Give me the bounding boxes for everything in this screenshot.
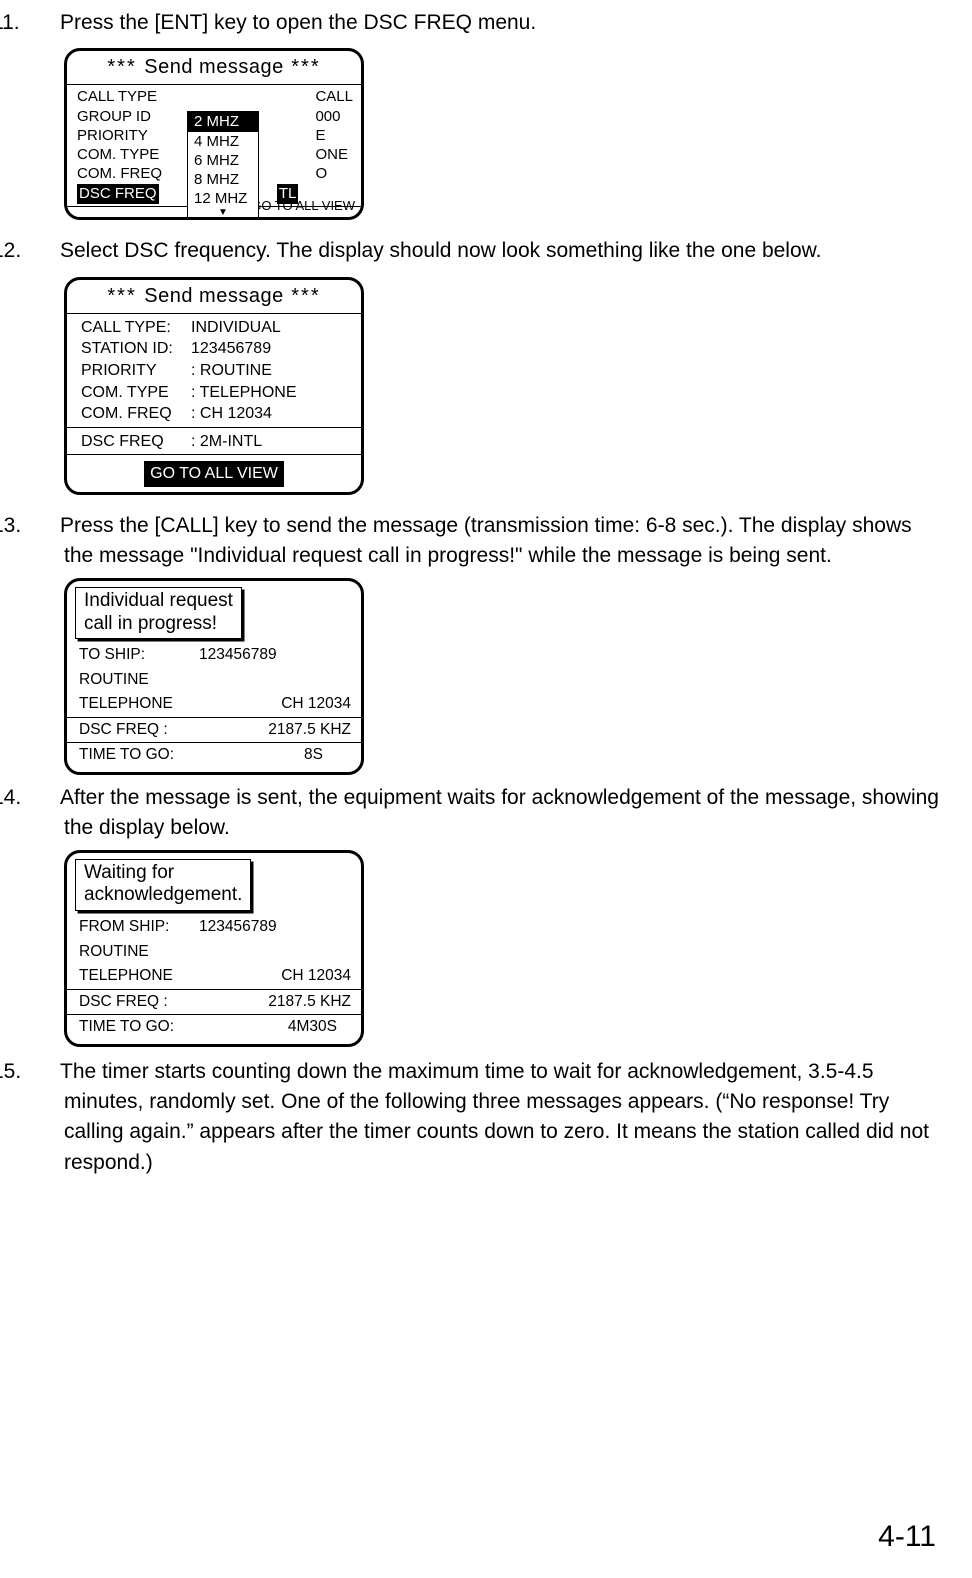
panel2-title: *** Send message ***: [67, 280, 361, 314]
dropdown-opt-8mhz[interactable]: 8 MHZ: [188, 170, 258, 189]
p4-dsc-v: 2187.5 KHZ: [268, 991, 351, 1013]
p1-right-frag-0: CALL: [315, 87, 353, 106]
panel-1-wrap: *** Send message *** CALL TYPE GROUP ID …: [64, 48, 944, 220]
p4-k0: FROM SHIP:: [79, 916, 199, 938]
p2-v2: : ROUTINE: [191, 362, 272, 379]
go-to-all-view-button[interactable]: GO TO ALL VIEW: [144, 461, 284, 486]
step-15-text: The timer starts counting down the maxim…: [60, 1060, 929, 1174]
p3-dsc-v: 2187.5 KHZ: [268, 719, 351, 741]
step-13-num: 13.: [28, 511, 60, 541]
p3-k2: TELEPHONE: [79, 693, 199, 715]
step-11-text: Press the [ENT] key to open the DSC FREQ…: [60, 11, 536, 34]
page-number: 4-11: [878, 1515, 936, 1559]
p3-k0: TO SHIP:: [79, 644, 199, 666]
step-15: 15.The timer starts counting down the ma…: [28, 1057, 944, 1179]
p1-right-frag-1: 000: [315, 107, 353, 126]
panel4-message-box: Waiting for acknowledgement.: [75, 859, 251, 912]
panel1-right-fragments: CALL 000 E ONE O: [315, 87, 353, 183]
p2-v1: 123456789: [191, 340, 271, 357]
p1-label-groupid: GROUP ID: [77, 107, 169, 126]
panel3-message-box: Individual request call in progress!: [75, 587, 242, 640]
step-11: 11.Press the [ENT] key to open the DSC F…: [28, 8, 944, 38]
panel1-title: *** Send message ***: [67, 51, 361, 85]
dsc-freq-dropdown[interactable]: 2 MHZ 4 MHZ 6 MHZ 8 MHZ 12 MHZ ▼: [187, 111, 259, 219]
panel2-title-text: Send message: [144, 285, 283, 307]
p3-v2: CH 12034: [281, 693, 351, 715]
panel2-dsc-row: DSC FREQ: 2M-INTL: [67, 428, 361, 455]
p4-v2: CH 12034: [281, 965, 351, 987]
panel2-title-suffix: ***: [284, 285, 321, 307]
panel2-title-prefix: ***: [107, 285, 144, 307]
p2-v0: INDIVIDUAL: [191, 319, 281, 336]
step-14-text: After the message is sent, the equipment…: [60, 786, 939, 839]
dropdown-opt-12mhz[interactable]: 12 MHZ: [188, 189, 258, 208]
p3-k1: ROUTINE: [79, 669, 199, 691]
dropdown-opt-6mhz[interactable]: 6 MHZ: [188, 151, 258, 170]
p2-k2: PRIORITY: [81, 360, 191, 382]
panel-waiting-ack: Waiting for acknowledgement. FROM SHIP:1…: [64, 850, 364, 1047]
p3-dsc-k: DSC FREQ :: [79, 719, 199, 741]
p1-label-comtype: COM. TYPE: [77, 145, 169, 164]
p3-msg-l1: Individual request: [84, 590, 233, 613]
panel-send-message-menu: *** Send message *** CALL TYPE GROUP ID …: [64, 48, 364, 220]
panel1-title-suffix: ***: [284, 56, 321, 78]
panel-3-wrap: Individual request call in progress! TO …: [64, 578, 944, 775]
dropdown-opt-2mhz[interactable]: 2 MHZ: [188, 112, 258, 131]
p1-right-frag-2: E: [315, 126, 353, 145]
p4-ttg-k: TIME TO GO:: [79, 1016, 199, 1038]
p2-k4: COM. FREQ: [81, 403, 191, 425]
panel2-rows: CALL TYPE:INDIVIDUAL STATION ID:12345678…: [67, 314, 361, 427]
panel-2-wrap: *** Send message *** CALL TYPE:INDIVIDUA…: [64, 277, 944, 495]
step-14-num: 14.: [28, 783, 60, 813]
step-11-num: 11.: [28, 8, 60, 38]
panel1-footer[interactable]: GO TO ALL VIEW: [251, 197, 355, 216]
p1-dsc-label: DSC FREQ: [79, 185, 157, 202]
p2-k3: COM. TYPE: [81, 382, 191, 404]
p1-label-comfreq: COM. FREQ: [77, 164, 169, 183]
step-13-text: Press the [CALL] key to send the message…: [60, 514, 912, 567]
dropdown-arrow-icon: ▼: [188, 208, 258, 218]
step-12-text: Select DSC frequency. The display should…: [60, 239, 822, 262]
p4-v0: 123456789: [199, 918, 277, 935]
panel1-body: CALL TYPE GROUP ID PRIORITY COM. TYPE CO…: [67, 85, 361, 203]
p2-v4: : CH 12034: [191, 405, 272, 422]
p4-msg-l2: acknowledgement.: [84, 884, 242, 907]
panel1-title-prefix: ***: [107, 56, 144, 78]
p2-dsc-v: : 2M-INTL: [191, 433, 262, 450]
step-12: 12.Select DSC frequency. The display sho…: [28, 236, 944, 266]
p3-msg-l2: call in progress!: [84, 613, 233, 636]
p2-dsc-k: DSC FREQ: [81, 431, 191, 453]
step-13: 13.Press the [CALL] key to send the mess…: [28, 511, 944, 572]
p3-v0: 123456789: [199, 646, 277, 663]
dropdown-opt-4mhz[interactable]: 4 MHZ: [188, 132, 258, 151]
panel-call-in-progress: Individual request call in progress! TO …: [64, 578, 364, 775]
p3-ttg-k: TIME TO GO:: [79, 744, 199, 766]
p4-msg-l1: Waiting for: [84, 862, 242, 885]
p2-k0: CALL TYPE:: [81, 317, 191, 339]
p4-k1: ROUTINE: [79, 941, 199, 963]
step-14: 14.After the message is sent, the equipm…: [28, 783, 944, 844]
p2-k1: STATION ID:: [81, 338, 191, 360]
p4-dsc-k: DSC FREQ :: [79, 991, 199, 1013]
p4-ttg-v: 4M30S: [288, 1016, 351, 1038]
panel-4-wrap: Waiting for acknowledgement. FROM SHIP:1…: [64, 850, 944, 1047]
p1-label-priority: PRIORITY: [77, 126, 169, 145]
p1-right-frag-4: O: [315, 164, 353, 183]
p3-ttg-v: 8S: [304, 744, 351, 766]
panel1-title-text: Send message: [144, 56, 283, 78]
step-12-num: 12.: [28, 236, 60, 266]
p4-k2: TELEPHONE: [79, 965, 199, 987]
p2-v3: : TELEPHONE: [191, 384, 297, 401]
panel-send-message-filled: *** Send message *** CALL TYPE:INDIVIDUA…: [64, 277, 364, 495]
p1-dsc-freq-selected[interactable]: DSC FREQ: [77, 184, 159, 203]
step-15-num: 15.: [28, 1057, 60, 1087]
p1-right-frag-3: ONE: [315, 145, 353, 164]
p1-label-calltype: CALL TYPE: [77, 87, 169, 106]
panel2-footer: GO TO ALL VIEW: [67, 455, 361, 491]
